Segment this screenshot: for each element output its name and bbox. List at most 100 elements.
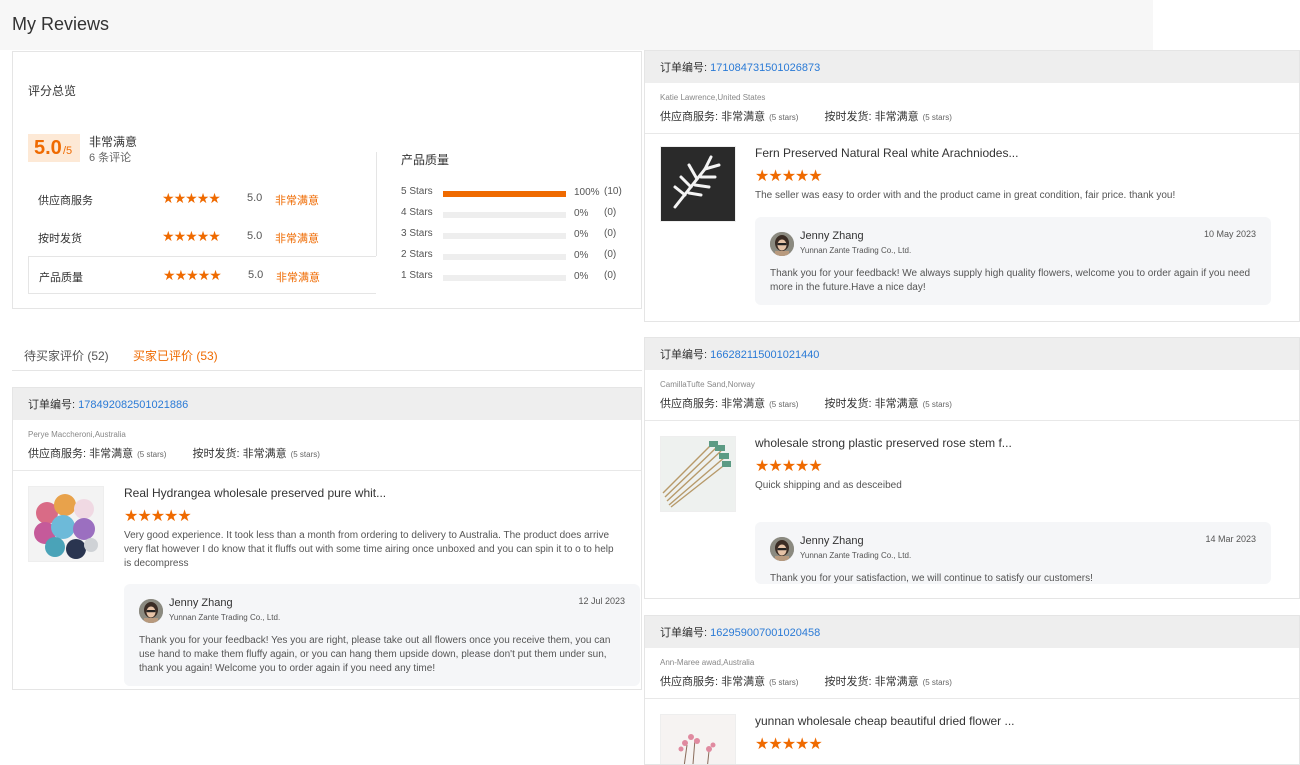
product-title-link[interactable]: Real Hydrangea wholesale preserved pure … (124, 486, 386, 500)
order-number-link[interactable]: 178492082501021886 (78, 399, 188, 411)
service-stars-note: (5 stars) (769, 678, 799, 687)
card-divider (645, 133, 1299, 134)
order-number-link[interactable]: 171084731501026873 (710, 62, 820, 74)
review-count: 6 条评论 (89, 152, 132, 164)
star-icon: ★ (795, 168, 810, 185)
star-icon: ★ (781, 458, 797, 475)
distribution-label: 5 Stars (401, 186, 433, 197)
distribution-bar (443, 212, 566, 218)
star-icon: ★ (209, 267, 222, 283)
reply-date: 14 Mar 2023 (1205, 534, 1256, 544)
star-rating: ★★★★★ (162, 228, 221, 246)
supplier-ratings-line: 供应商服务: 非常满意 (5 stars) 按时发货: 非常满意 (5 stars) (660, 108, 952, 124)
distribution-percent: 100% (574, 187, 600, 198)
service-stars-note: (5 stars) (769, 400, 799, 409)
order-number-row: 订单编号: 178492082501021886 (28, 396, 188, 412)
distribution-percent: 0% (574, 271, 589, 282)
product-title-link[interactable]: wholesale strong plastic preserved rose … (755, 436, 1012, 450)
distribution-bar (443, 191, 566, 197)
star-icon: ★ (768, 458, 783, 475)
seller-reply: Jenny Zhang Yunnan Zante Trading Co., Ltd… (124, 584, 640, 686)
star-icon: ★ (208, 228, 221, 244)
product-title-link[interactable]: yunnan wholesale cheap beautiful dried f… (755, 714, 1015, 728)
tab-pending-reviews[interactable]: 待买家评价 (52) (24, 347, 109, 364)
service-stars-note: (5 stars) (137, 450, 167, 459)
buyer-name: Katie Lawrence,United States (660, 93, 766, 102)
tab-buyer-reviewed[interactable]: 买家已评价 (53) (133, 347, 218, 364)
distribution-row: 3 Stars 0% (0) (401, 228, 631, 244)
product-title-link[interactable]: Fern Preserved Natural Real white Arachn… (755, 146, 1018, 160)
order-number-row: 订单编号: 171084731501026873 (660, 59, 820, 75)
product-thumbnail[interactable] (660, 436, 736, 512)
star-icon: ★ (781, 168, 797, 185)
review-card: 订单编号: 171084731501026873 Katie Lawrence,U… (644, 50, 1300, 322)
distribution-row: 2 Stars 0% (0) (401, 249, 631, 265)
overall-score-label: 非常满意 (89, 135, 138, 149)
review-star-rating: ★★★★★ (124, 508, 192, 526)
service-label: 供应商服务: (28, 448, 87, 460)
star-icon: ★ (755, 458, 770, 475)
reply-company: Yunnan Zante Trading Co., Ltd. (169, 613, 281, 622)
star-icon: ★ (137, 508, 152, 525)
order-number-label: 订单编号: (660, 627, 708, 639)
order-number-link[interactable]: 166282115001021440 (710, 349, 819, 361)
service-value: 非常满意 (721, 111, 766, 123)
distribution-count: (0) (604, 249, 617, 260)
distribution-title: 产品质量 (401, 153, 450, 167)
distribution-percent: 0% (574, 229, 589, 240)
product-thumbnail[interactable] (28, 486, 104, 562)
star-icon: ★ (795, 458, 810, 475)
distribution-row: 1 Stars 0% (0) (401, 270, 631, 286)
order-number-row: 订单编号: 166282115001021440 (660, 346, 819, 362)
tab-divider (12, 370, 642, 371)
distribution-bar (443, 233, 566, 239)
service-stars-note: (5 stars) (769, 113, 799, 122)
star-icon: ★ (755, 168, 770, 185)
rating-row-label: 供应商服务 (38, 195, 93, 207)
distribution-row: 4 Stars 0% (0) (401, 207, 631, 223)
distribution-label: 2 Stars (401, 249, 433, 260)
summary-heading: 评分总览 (28, 84, 77, 98)
rating-row-service: 供应商服务 ★★★★★ 5.0 非常满意 (28, 180, 376, 218)
review-text: Very good experience. It took less than … (124, 530, 614, 569)
review-text: Quick shipping and as desceibed (755, 480, 902, 491)
supplier-ratings-line: 供应商服务: 非常满意 (5 stars) 按时发货: 非常满意 (5 stars) (28, 445, 320, 461)
star-icon: ★ (177, 508, 192, 525)
card-divider (645, 698, 1299, 699)
shipping-stars-note: (5 stars) (922, 400, 952, 409)
review-text: The seller was easy to order with and th… (755, 190, 1176, 201)
shipping-value: 非常满意 (874, 676, 919, 688)
shipping-stars-note: (5 stars) (290, 450, 320, 459)
review-card: 订单编号: 166282115001021440 CamillaTufte San… (644, 337, 1300, 599)
reply-company: Yunnan Zante Trading Co., Ltd. (800, 551, 912, 560)
star-icon: ★ (124, 508, 139, 525)
rating-row-quality[interactable]: 产品质量 ★★★★★ 5.0 非常满意 (28, 256, 376, 294)
rating-row-text: 非常满意 (275, 195, 319, 207)
rating-row-value: 5.0 (247, 192, 263, 204)
reply-author: Jenny Zhang (800, 230, 864, 242)
service-label: 供应商服务: (660, 111, 719, 123)
shipping-stars-note: (5 stars) (922, 113, 952, 122)
overall-score-max: /5 (63, 145, 73, 157)
rating-row-label: 按时发货 (38, 233, 82, 245)
summary-divider (376, 152, 377, 256)
star-icon: ★ (150, 508, 166, 525)
rating-row-text: 非常满意 (275, 233, 319, 245)
service-value: 非常满意 (721, 676, 766, 688)
star-icon: ★ (795, 736, 810, 753)
reply-message: Thank you for your feedback! We always s… (770, 268, 1251, 293)
distribution-label: 4 Stars (401, 207, 433, 218)
avatar (139, 599, 163, 623)
service-value: 非常满意 (89, 448, 134, 460)
seller-reply: Jenny Zhang Yunnan Zante Trading Co., Ltd… (755, 522, 1271, 584)
order-number-link[interactable]: 162959007001020458 (710, 627, 820, 639)
distribution-bar-fill (443, 191, 566, 197)
star-icon: ★ (755, 736, 770, 753)
product-thumbnail[interactable] (660, 146, 736, 222)
distribution-percent: 0% (574, 208, 589, 219)
overall-score: 5.0 (34, 137, 62, 159)
shipping-label: 按时发货: (824, 676, 872, 688)
product-thumbnail[interactable] (660, 714, 736, 764)
distribution-label: 3 Stars (401, 228, 433, 239)
order-number-label: 订单编号: (660, 349, 708, 361)
